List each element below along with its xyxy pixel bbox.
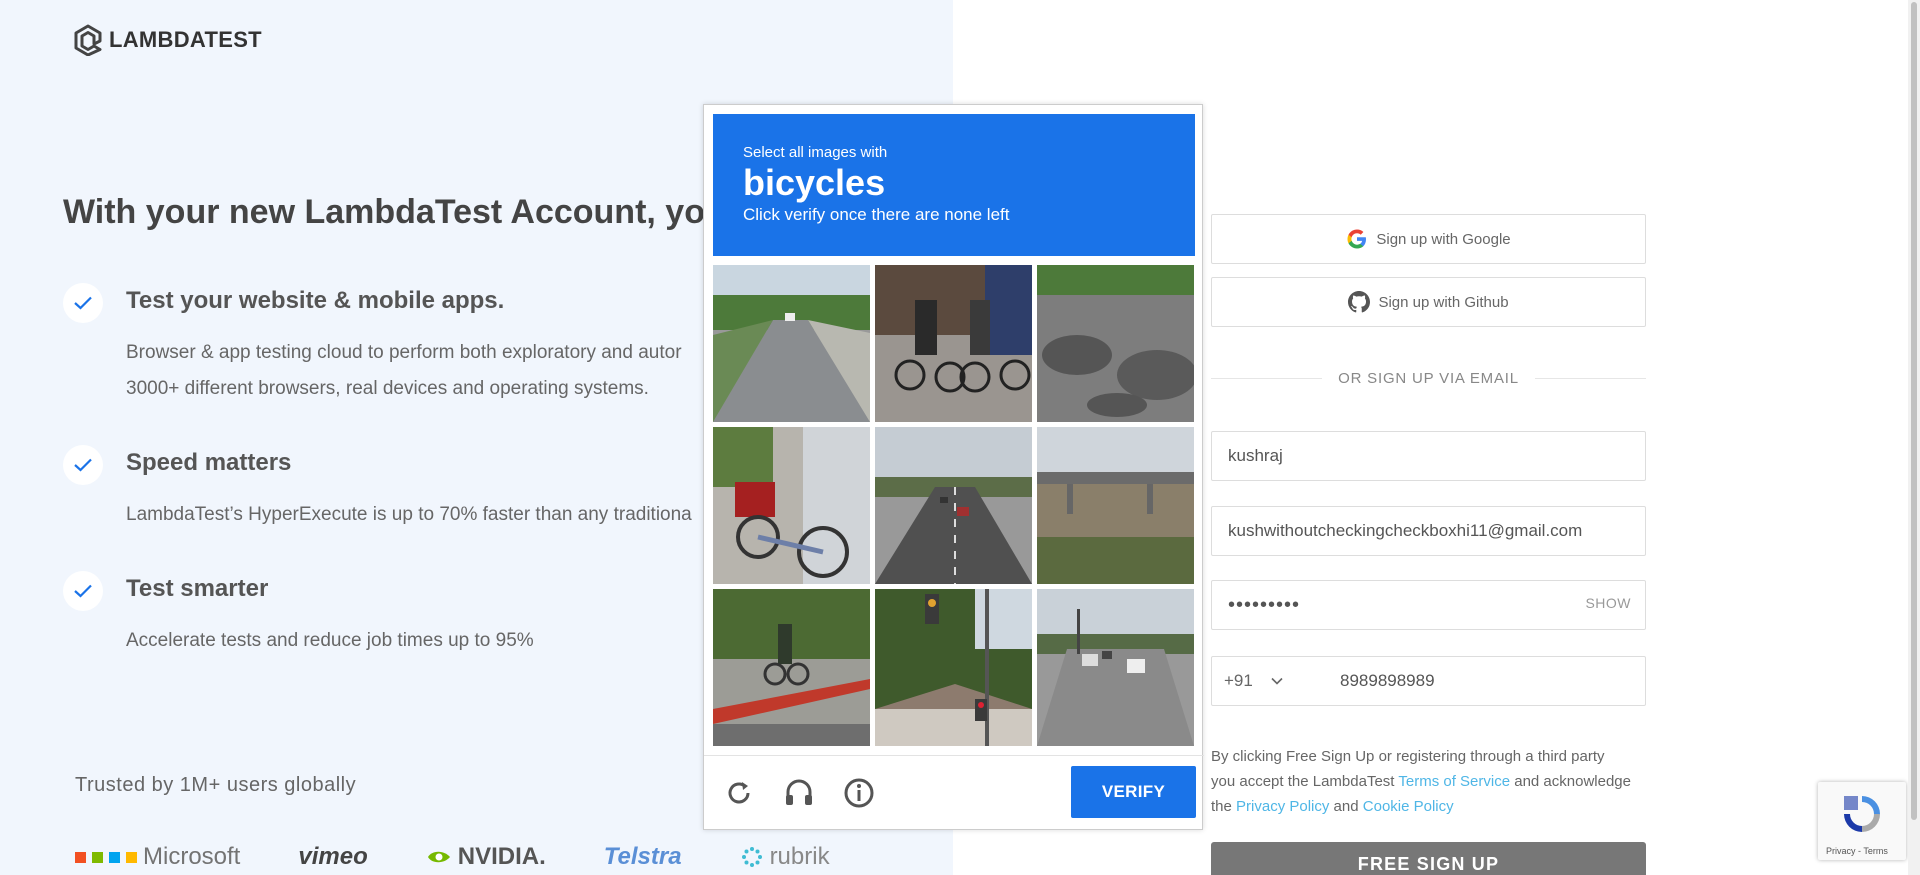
lambdatest-logo-icon — [74, 24, 102, 56]
show-password-toggle[interactable]: SHOW — [1585, 595, 1631, 611]
lambdatest-logo[interactable]: LAMBDATEST — [73, 24, 262, 56]
or-divider: OR SIGN UP VIA EMAIL — [1211, 369, 1646, 387]
github-icon — [1348, 291, 1371, 313]
feature-description: LambdaTest’s HyperExecute is up to 70% f… — [126, 504, 692, 525]
captcha-tile-overpass-field[interactable] — [1037, 427, 1194, 584]
cookie-policy-link[interactable]: Cookie Policy — [1363, 798, 1454, 815]
microsoft-logo: Microsoft — [75, 843, 240, 871]
rubrik-icon — [741, 847, 762, 867]
customer-logos: Microsoft vimeo NVIDIA. Telstra rubrik — [75, 843, 830, 871]
captcha-tile-people-with-bicycles[interactable] — [875, 265, 1032, 422]
password-input[interactable] — [1212, 581, 1645, 629]
vimeo-logo: vimeo — [298, 843, 368, 870]
feature-description: Accelerate tests and reduce job times up… — [126, 630, 534, 651]
captcha-footer: VERIFY — [704, 755, 1204, 831]
country-code-value: +91 — [1224, 671, 1253, 690]
captcha-tile-street-road[interactable] — [713, 265, 870, 422]
recaptcha-links[interactable]: Privacy - Terms — [1826, 846, 1888, 856]
google-signup-button[interactable]: Sign up with Google — [1211, 214, 1646, 264]
captcha-dialog: Select all images with bicycles Click ve… — [703, 104, 1204, 831]
captcha-instruction: Select all images with — [743, 144, 888, 161]
audio-challenge-icon[interactable] — [782, 776, 816, 810]
captcha-image-grid — [713, 265, 1195, 747]
google-signup-label: Sign up with Google — [1376, 230, 1511, 248]
scrollbar-thumb[interactable] — [1911, 2, 1917, 820]
page-scrollbar[interactable] — [1908, 0, 1920, 875]
microsoft-icon — [75, 851, 137, 863]
nvidia-logo: NVIDIA. — [426, 843, 546, 871]
feature-title: Test your website & mobile apps. — [126, 287, 505, 314]
captcha-tile-highway-cars[interactable] — [875, 427, 1032, 584]
captcha-tile-traffic-light-house[interactable] — [875, 589, 1032, 746]
verify-button[interactable]: VERIFY — [1071, 766, 1196, 818]
trusted-by-text: Trusted by 1M+ users globally — [75, 774, 357, 796]
page-headline: With your new LambdaTest Account, you ge… — [63, 193, 787, 231]
check-icon — [63, 445, 103, 485]
name-input[interactable] — [1212, 432, 1645, 480]
recaptcha-badge[interactable]: Privacy - Terms — [1818, 782, 1906, 860]
info-icon[interactable] — [842, 776, 876, 810]
feature-title: Speed matters — [126, 449, 292, 476]
terms-of-service-link[interactable]: Terms of Service — [1398, 773, 1510, 790]
google-icon — [1347, 229, 1367, 249]
captcha-tile-shaded-road[interactable] — [1037, 265, 1194, 422]
github-signup-button[interactable]: Sign up with Github — [1211, 277, 1646, 327]
name-field[interactable] — [1211, 431, 1646, 481]
captcha-tile-multi-lane-road[interactable] — [1037, 589, 1194, 746]
captcha-header: Select all images with bicycles Click ve… — [713, 114, 1195, 256]
captcha-tile-bicycle-with-basket[interactable] — [713, 427, 870, 584]
captcha-target: bicycles — [743, 162, 886, 203]
reload-icon[interactable] — [722, 776, 756, 810]
phone-input[interactable] — [1324, 657, 1757, 705]
country-code-select[interactable]: +91 — [1224, 671, 1283, 691]
github-signup-label: Sign up with Github — [1378, 293, 1509, 311]
telstra-logo: Telstra — [603, 843, 682, 870]
check-icon — [63, 571, 103, 611]
feature-title: Test smarter — [126, 575, 269, 602]
password-field[interactable]: SHOW — [1211, 580, 1646, 630]
email-input[interactable] — [1212, 507, 1645, 555]
logo-text: LAMBDATEST — [109, 27, 262, 52]
rubrik-logo: rubrik — [740, 843, 830, 871]
email-field[interactable] — [1211, 506, 1646, 556]
captcha-subinstruction: Click verify once there are none left — [743, 205, 1010, 224]
divider-text: OR SIGN UP VIA EMAIL — [1338, 369, 1519, 387]
recaptcha-icon — [1844, 796, 1880, 832]
privacy-policy-link[interactable]: Privacy Policy — [1236, 798, 1329, 815]
feature-description: Browser & app testing cloud to perform b… — [126, 342, 682, 399]
check-icon — [63, 283, 103, 323]
chevron-down-icon — [1271, 677, 1283, 685]
nvidia-icon — [427, 851, 450, 863]
free-signup-button[interactable]: FREE SIGN UP — [1211, 842, 1646, 875]
terms-text: By clicking Free Sign Up or registering … — [1211, 748, 1631, 815]
captcha-tile-cyclist-sidewalk[interactable] — [713, 589, 870, 746]
phone-field[interactable]: +91 — [1211, 656, 1757, 706]
